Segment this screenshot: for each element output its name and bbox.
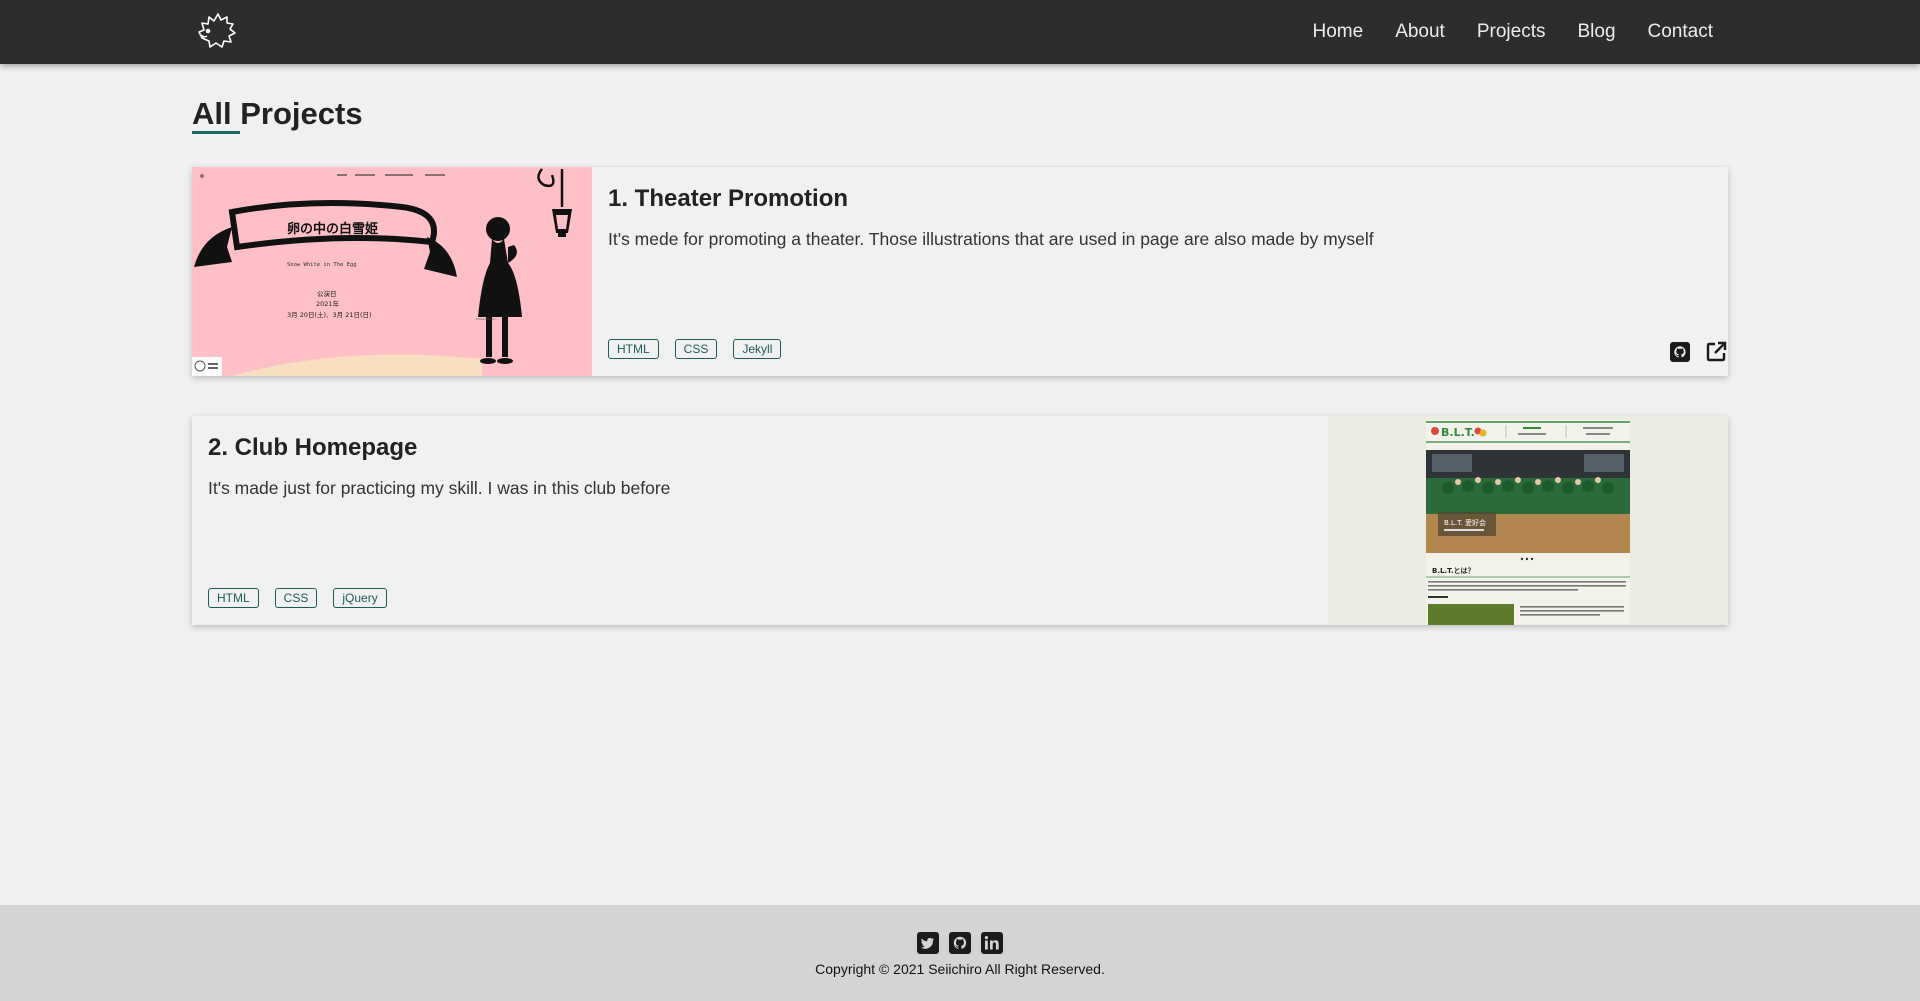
page-title: All Projects	[192, 96, 363, 131]
tag-jquery: jQuery	[333, 588, 387, 608]
project-card-body: 2. Club Homepage It's made just for prac…	[208, 416, 1312, 625]
project-title[interactable]: 2. Club Homepage	[208, 434, 417, 462]
club-caption-text: B.L.T. 愛好会	[1444, 518, 1486, 527]
club-homepage-image: B.L.T. B.L.T. 愛好会 B.L.T.とは？	[1328, 416, 1728, 625]
poster-heading-text: 卵の中の白雪姫	[287, 221, 378, 237]
project-card-theater: 卵の中の白雪姫 Snow White in The Egg 公演日 2021年 …	[192, 167, 1728, 376]
nav-link-contact[interactable]: Contact	[1648, 21, 1713, 43]
poster-subtitle-text: Snow White in The Egg	[287, 262, 357, 268]
project-card-club: 2. Club Homepage It's made just for prac…	[192, 416, 1728, 625]
external-link-icon[interactable]	[1704, 340, 1728, 364]
club-brand-text: B.L.T.	[1441, 426, 1475, 439]
nav-link-about[interactable]: About	[1395, 21, 1445, 43]
project-description: It's made just for practicing my skill. …	[208, 478, 671, 498]
project-actions	[1656, 340, 1728, 364]
project-tags: HTML CSS Jekyll	[608, 339, 797, 359]
project-thumbnail-theater[interactable]: 卵の中の白雪姫 Snow White in The Egg 公演日 2021年 …	[192, 167, 592, 376]
hedgehog-logo-icon[interactable]	[194, 8, 240, 54]
nav-links: Home About Projects Blog Contact	[1281, 0, 1714, 64]
poster-year-text: 2021年	[316, 299, 340, 308]
twitter-icon[interactable]	[916, 931, 940, 955]
github-icon[interactable]	[1668, 340, 1692, 364]
copyright-text: Copyright © 2021 Seiichiro All Right Res…	[815, 961, 1105, 977]
tag-html: HTML	[208, 588, 259, 608]
tag-html: HTML	[608, 339, 659, 359]
nav-link-blog[interactable]: Blog	[1577, 21, 1615, 43]
poster-dates-text: 3月 20日(土)、3月 21日(日)	[287, 310, 372, 319]
svg-text:Presented by ...: Presented by ...	[476, 317, 500, 321]
social-links	[916, 931, 1012, 955]
tag-css: CSS	[274, 588, 318, 608]
club-section-text: B.L.T.とは？	[1432, 567, 1475, 575]
github-icon[interactable]	[948, 931, 972, 955]
tag-css: CSS	[674, 339, 718, 359]
project-tags: HTML CSS jQuery	[208, 588, 403, 608]
project-description: It's mede for promoting a theater. Those…	[608, 229, 1374, 249]
navbar: Home About Projects Blog Contact	[0, 0, 1920, 64]
nav-link-home[interactable]: Home	[1313, 21, 1364, 43]
linkedin-icon[interactable]	[980, 931, 1004, 955]
tag-jekyll: Jekyll	[733, 339, 782, 359]
footer: Copyright © 2021 Seiichiro All Right Res…	[0, 905, 1920, 1001]
title-underline	[192, 131, 240, 134]
project-thumbnail-club[interactable]: B.L.T. B.L.T. 愛好会 B.L.T.とは？	[1328, 416, 1728, 625]
poster-venue-text: 公演日	[317, 289, 337, 298]
theater-poster-image: 卵の中の白雪姫 Snow White in The Egg 公演日 2021年 …	[192, 167, 592, 376]
nav-link-projects[interactable]: Projects	[1477, 21, 1546, 43]
project-card-body: 1. Theater Promotion It's mede for promo…	[608, 167, 1712, 376]
project-title[interactable]: 1. Theater Promotion	[608, 185, 848, 213]
